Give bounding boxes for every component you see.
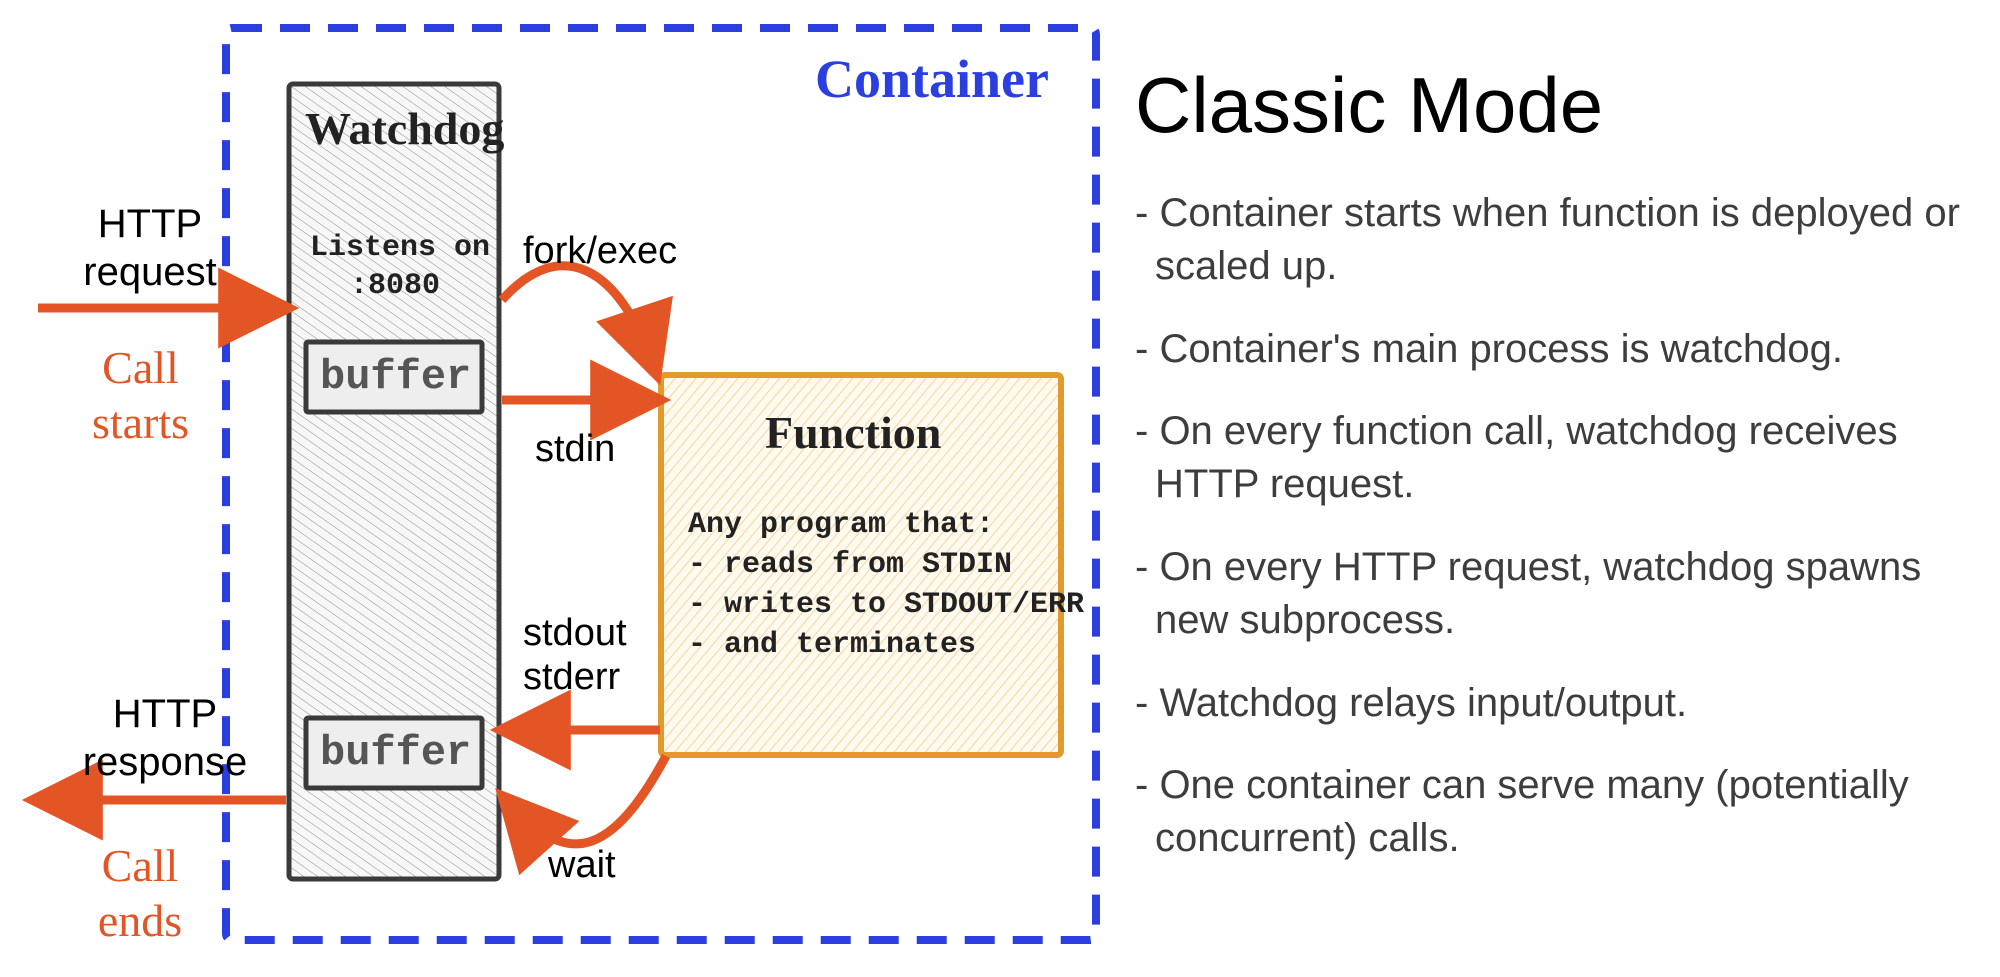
arrow-wait: [506, 756, 666, 844]
bullet-text: Watchdog relays input/output.: [1159, 681, 1687, 725]
call-ends-label: Call ends: [70, 838, 210, 948]
function-desc2: - reads from STDIN: [688, 548, 1012, 582]
bullet-item: - On every function call, watchdog recei…: [1135, 405, 1965, 511]
bullet-text: On every function call, watchdog receive…: [1155, 409, 1898, 506]
function-title: Function: [765, 406, 941, 459]
bullet-item: - Container's main process is watchdog.: [1135, 323, 1965, 376]
bullet-item: - Watchdog relays input/output.: [1135, 677, 1965, 730]
bullet-item: - One container can serve many (potentia…: [1135, 759, 1965, 865]
fork-exec-label: fork/exec: [523, 230, 677, 273]
bullet-item: - Container starts when function is depl…: [1135, 187, 1965, 293]
buffer-top-label: buffer: [320, 353, 471, 401]
arrow-fork-exec: [502, 266, 655, 370]
http-response-label: HTTP response: [80, 690, 250, 786]
page-title: Classic Mode: [1135, 60, 1965, 151]
function-desc4: - and terminates: [688, 628, 976, 662]
bullet-list: - Container starts when function is depl…: [1135, 187, 1965, 865]
http-request-label: HTTP request: [80, 200, 220, 296]
wait-label: wait: [548, 844, 616, 887]
bullet-item: - On every HTTP request, watchdog spawns…: [1135, 541, 1965, 647]
buffer-bottom-label: buffer: [320, 729, 471, 777]
bullet-text: Container's main process is watchdog.: [1159, 327, 1843, 371]
watchdog-title: Watchdog: [305, 102, 504, 155]
stdin-label: stdin: [535, 428, 615, 471]
watchdog-listens: Listens on :8080: [310, 230, 480, 305]
bullet-text: Container starts when function is deploy…: [1155, 191, 1960, 288]
container-label: Container: [815, 48, 1049, 110]
rhs-panel: Classic Mode - Container starts when fun…: [1135, 60, 1965, 895]
diagram-stage: Container Watchdog Listens on :8080 buff…: [0, 0, 2000, 977]
bullet-text: On every HTTP request, watchdog spawns n…: [1155, 545, 1921, 642]
bullet-text: One container can serve many (potentiall…: [1155, 763, 1909, 860]
call-starts-label: Call starts: [58, 340, 223, 450]
function-desc1: Any program that:: [688, 508, 994, 542]
function-desc3: - writes to STDOUT/ERR: [688, 588, 1084, 622]
diagram-svg: [0, 0, 1130, 977]
stdout-stderr-label: stdout stderr: [523, 612, 627, 699]
